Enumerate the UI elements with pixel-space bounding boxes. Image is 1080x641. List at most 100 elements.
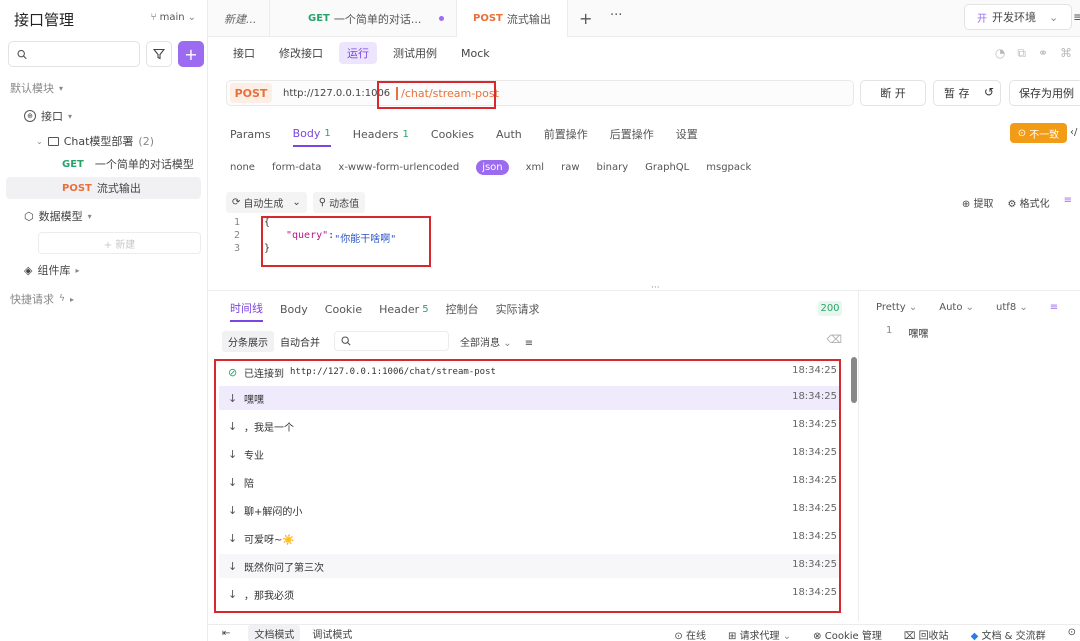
- clear-icon[interactable]: ⌫: [826, 333, 842, 346]
- subtab-run[interactable]: 运行: [339, 42, 377, 64]
- code-icon[interactable]: ⌘: [1060, 46, 1072, 61]
- response-search[interactable]: [334, 331, 449, 351]
- vertical-splitter[interactable]: [858, 291, 859, 621]
- subtab-edit[interactable]: 修改接口: [271, 42, 331, 64]
- environment-selector[interactable]: 开 开发环境 ⌄: [964, 4, 1072, 30]
- scrollbar-thumb[interactable]: [851, 357, 857, 403]
- sidebar-item-post[interactable]: POST 流式输出: [62, 177, 141, 199]
- response-search-input[interactable]: [351, 335, 441, 347]
- help-icon[interactable]: ⊙: [1068, 627, 1076, 641]
- pause-button[interactable]: 暂 存 ↺: [933, 80, 1001, 106]
- tab-get-chat[interactable]: GET 一个简单的对话...: [291, 0, 457, 37]
- body-type-graphql[interactable]: GraphQL: [645, 162, 689, 173]
- sidebar-search-input[interactable]: [27, 47, 139, 61]
- subtab-test-cases[interactable]: 测试用例: [385, 42, 445, 64]
- sidebar-item-quick-request[interactable]: 快捷请求 ϟ ▸: [10, 288, 74, 310]
- event-row[interactable]: ⊘ 已连接到 http://127.0.0.1:1006/chat/stream…: [219, 360, 839, 384]
- tab-resp-body[interactable]: Body: [280, 296, 308, 322]
- subtab-api[interactable]: 接口: [225, 42, 263, 64]
- doc-mode-button[interactable]: 文档模式: [248, 624, 301, 641]
- event-row[interactable]: ↓ 聊+解闷的小 18:34:25: [219, 498, 839, 522]
- split-view-button[interactable]: 分条展示: [222, 330, 274, 352]
- tab-post-stream[interactable]: POST 流式输出: [457, 0, 568, 37]
- tab-actual-request[interactable]: 实际请求: [496, 296, 540, 322]
- url-bar[interactable]: POST http://127.0.0.1:1006 /chat/stream-…: [226, 80, 854, 106]
- sidebar-item-components[interactable]: ◈ 组件库 ▸: [24, 259, 79, 281]
- event-row[interactable]: ↓ 既然你问了第三次 18:34:25: [219, 554, 839, 578]
- online-status[interactable]: ⊙ 在线: [674, 627, 706, 641]
- sidebar-search[interactable]: [8, 41, 140, 67]
- cookie-button[interactable]: ⊗ Cookie 管理: [813, 627, 882, 641]
- collapse-sidebar-icon[interactable]: ⇤: [222, 628, 230, 639]
- auto-merge-button[interactable]: 自动合并: [274, 331, 326, 352]
- share-icon[interactable]: ⚭: [1038, 46, 1048, 61]
- more-icon[interactable]: ···: [610, 8, 622, 23]
- tab-body[interactable]: Body 1: [292, 121, 331, 147]
- menu-icon[interactable]: ≡: [1073, 10, 1080, 24]
- event-row[interactable]: ↓ ，我是一个 18:34:25: [219, 414, 839, 438]
- tab-auth[interactable]: Auth: [496, 121, 522, 147]
- debug-mode-button[interactable]: 调试模式: [306, 625, 358, 641]
- wrap-icon[interactable]: ≡: [1050, 302, 1058, 318]
- tab-params[interactable]: Params: [230, 121, 271, 147]
- branch-selector[interactable]: ⑂ main ⌄: [151, 12, 196, 23]
- sidebar-folder[interactable]: ⌄ Chat模型部署 (2): [36, 130, 154, 152]
- sidebar-item-api[interactable]: ⊕ 接口 ▾: [24, 105, 72, 127]
- event-row[interactable]: ↓ 嘿嘿 18:34:25: [219, 386, 839, 410]
- body-type-none[interactable]: none: [230, 162, 255, 173]
- add-tab-icon[interactable]: +: [579, 9, 592, 28]
- tab-headers[interactable]: Headers 1: [353, 121, 409, 147]
- message-filter[interactable]: 全部消息 ⌄ ≡: [460, 334, 533, 349]
- proxy-button[interactable]: ⊞ 请求代理 ⌄: [728, 627, 791, 641]
- code-toggle-icon[interactable]: ‹/: [1070, 127, 1077, 138]
- subtab-mock[interactable]: Mock: [453, 44, 498, 63]
- body-type-raw[interactable]: raw: [561, 162, 579, 173]
- dynamic-value-button[interactable]: ⚲ 动态值: [312, 191, 366, 213]
- tab-pre-ops[interactable]: 前置操作: [544, 121, 588, 147]
- extract-button[interactable]: ⊕ 提取: [962, 195, 994, 210]
- add-button[interactable]: +: [178, 41, 204, 67]
- auto-generate-button[interactable]: ⟳ 自动生成 ⌄: [226, 191, 307, 213]
- tab-resp-cookie[interactable]: Cookie: [325, 296, 362, 322]
- tab-settings[interactable]: 设置: [676, 121, 698, 147]
- preview-auto-select[interactable]: Auto ⌄: [939, 302, 974, 318]
- tab-cookies[interactable]: Cookies: [431, 121, 474, 147]
- filter-button[interactable]: [146, 41, 172, 67]
- tab-console[interactable]: 控制台: [446, 296, 479, 322]
- event-row[interactable]: ↓ 专业 18:34:25: [219, 442, 839, 466]
- json-editor[interactable]: 1 { 2 "query" : "你能干啥啊" 3 }: [226, 214, 1080, 284]
- method-select[interactable]: POST: [230, 83, 272, 103]
- copy-icon[interactable]: ⧉: [1017, 46, 1026, 61]
- tab-timeline[interactable]: 时间线: [230, 296, 263, 322]
- tab-post-ops[interactable]: 后置操作: [610, 121, 654, 147]
- disconnect-button[interactable]: 断 开: [860, 80, 926, 106]
- new-button[interactable]: + 新建: [38, 232, 201, 254]
- wrap-icon[interactable]: ≡: [1064, 195, 1072, 210]
- clock-icon[interactable]: ◔: [995, 46, 1005, 61]
- preview-mode-select[interactable]: Pretty ⌄: [876, 302, 917, 318]
- recycle-button[interactable]: ⌧ 回收站: [904, 627, 949, 641]
- drag-handle-icon[interactable]: ···: [651, 283, 660, 293]
- docs-button[interactable]: ◆ 文档 & 交流群: [971, 627, 1046, 641]
- save-case-button[interactable]: 保存为用例: [1009, 80, 1080, 106]
- body-type-binary[interactable]: binary: [597, 162, 629, 173]
- format-button[interactable]: ⚙ 格式化: [1007, 195, 1049, 210]
- horizontal-splitter[interactable]: [208, 290, 1080, 291]
- tab-resp-header[interactable]: Header 5: [379, 296, 428, 322]
- body-type-urlencoded[interactable]: x-www-form-urlencoded: [338, 162, 459, 173]
- tab-new[interactable]: 新建...: [208, 0, 270, 37]
- body-type-msgpack[interactable]: msgpack: [706, 162, 751, 173]
- event-row[interactable]: ↓ 陪 18:34:25: [219, 470, 839, 494]
- mismatch-badge[interactable]: ⊙ 不一致: [1010, 123, 1067, 143]
- body-type-form-data[interactable]: form-data: [272, 162, 321, 173]
- url-path-input[interactable]: /chat/stream-post: [396, 86, 499, 100]
- sidebar-item-get[interactable]: GET 一个简单的对话模型: [62, 153, 194, 175]
- body-type-xml[interactable]: xml: [526, 162, 544, 173]
- event-row[interactable]: ↓ 可爱呀~☀️ 18:34:25: [219, 526, 839, 550]
- body-type-json[interactable]: json: [476, 159, 509, 175]
- reset-icon[interactable]: ↺: [984, 85, 994, 99]
- default-module[interactable]: 默认模块 ▾: [10, 77, 63, 99]
- sidebar-item-data-model[interactable]: ⬡ 数据模型 ▾: [24, 205, 92, 227]
- preview-encoding-select[interactable]: utf8 ⌄: [996, 302, 1028, 318]
- event-row[interactable]: ↓ ，那我必须 18:34:25: [219, 582, 839, 606]
